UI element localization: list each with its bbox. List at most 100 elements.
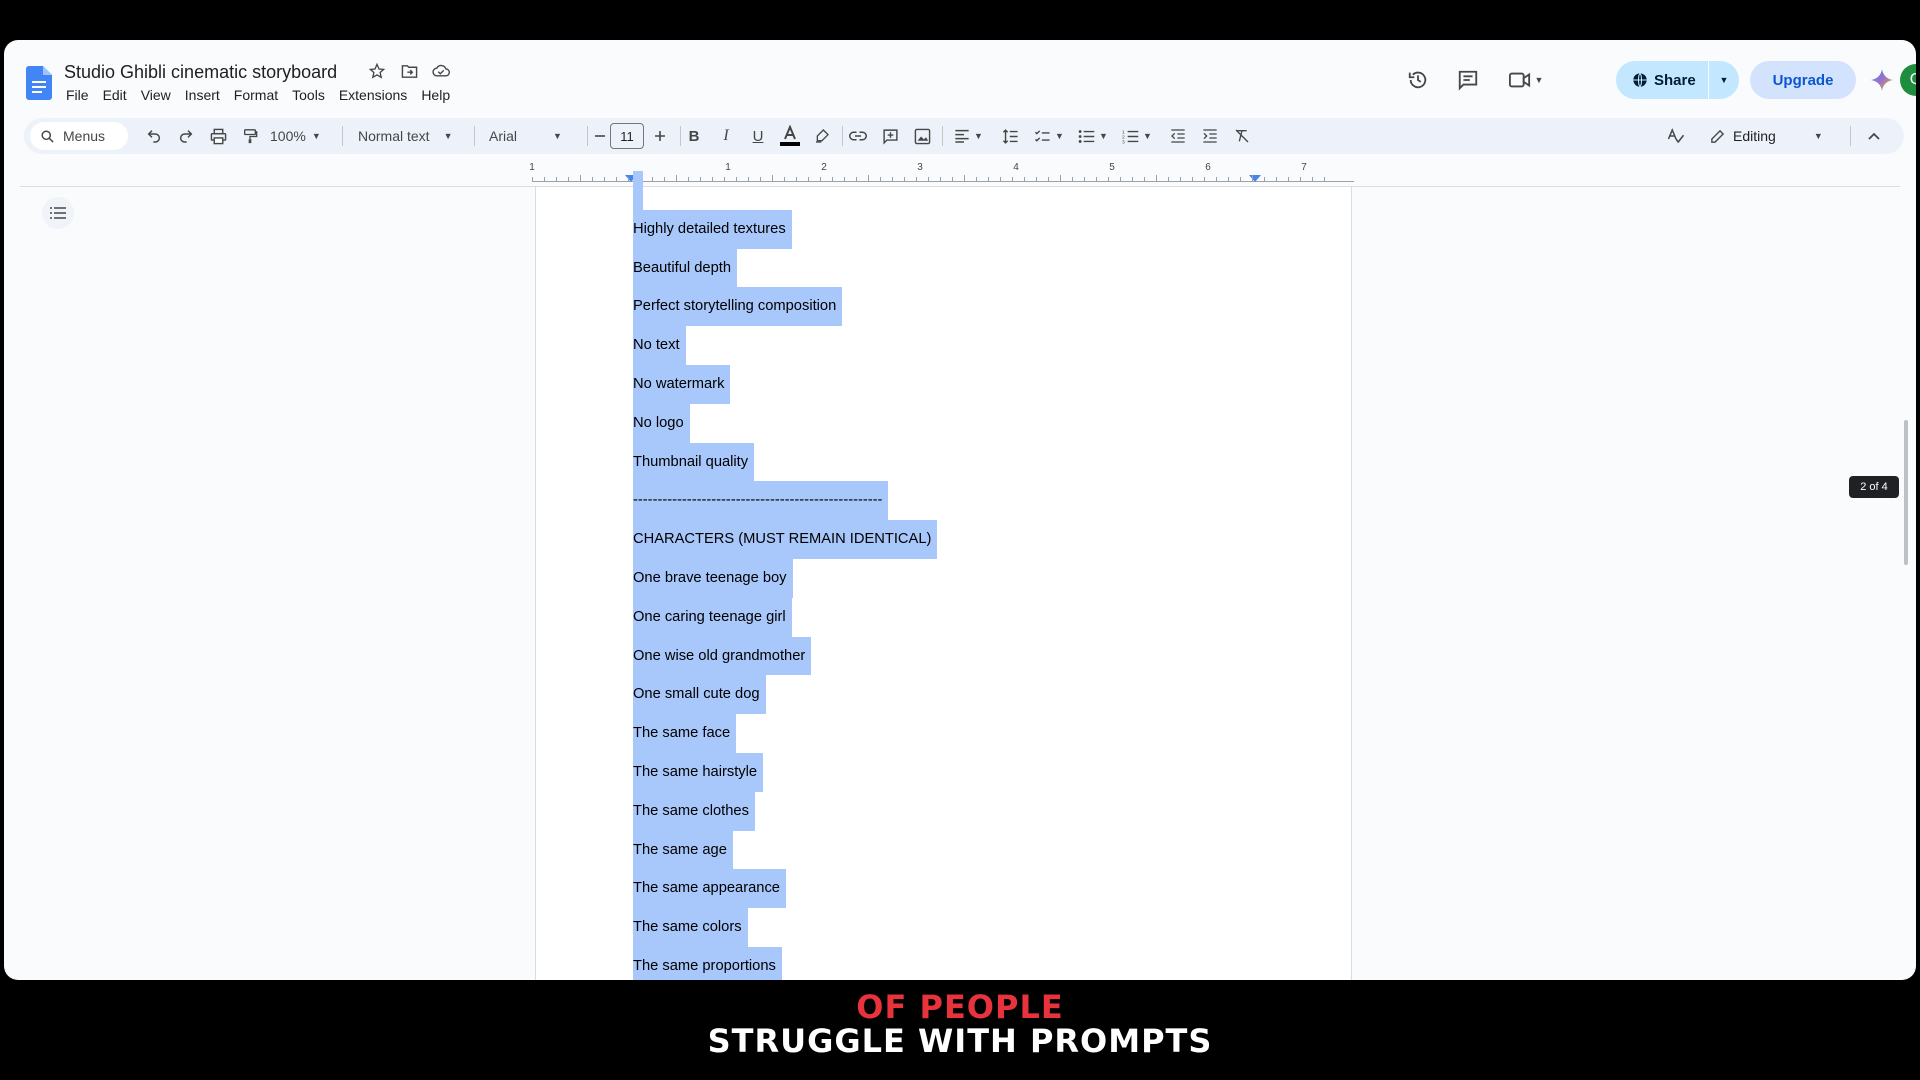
menu-view[interactable]: View [141,87,179,103]
bulleted-list-select[interactable]: ▼ [1078,118,1114,154]
text-line: Thumbnail quality [633,442,755,482]
text-line: The same proportions [633,946,782,980]
paragraph-style-select[interactable]: Normal text ▼ [358,118,462,154]
docs-window: Studio Ghibli cinematic storyboard File … [4,40,1916,980]
align-left-icon [955,129,969,143]
line-spacing-icon[interactable] [998,118,1022,154]
text-line: The same hairstyle [633,752,764,792]
clear-formatting-icon[interactable] [1230,118,1254,154]
move-folder-icon[interactable] [400,62,418,80]
text-line: No text [633,326,686,365]
increase-font-size-icon[interactable] [648,118,672,154]
meet-caret-icon[interactable]: ▼ [1535,75,1544,85]
text-line: One small cute dog [633,675,766,715]
text-line: The same face [633,714,737,753]
star-icon[interactable] [368,62,386,80]
text-color-icon[interactable] [778,118,802,154]
decrease-indent-icon[interactable] [1166,118,1190,154]
undo-icon[interactable] [142,118,166,154]
upgrade-button[interactable]: Upgrade [1750,61,1856,99]
version-history-icon[interactable] [1406,68,1430,92]
zoom-select[interactable]: 100% ▼ [270,118,330,154]
docs-logo-icon[interactable] [26,66,52,100]
text-line: No watermark [633,364,731,404]
menu-edit[interactable]: Edit [103,87,135,103]
print-icon[interactable] [206,118,230,154]
numbered-list-icon: 123 [1122,129,1139,144]
gemini-sparkle-icon[interactable] [1870,68,1894,92]
formatting-toolbar: Menus 100% ▼ Normal text ▼ Arial ▼ 11 B … [24,118,1904,154]
share-label: Share [1654,71,1696,89]
font-size-input[interactable]: 11 [610,123,644,149]
meet-icon[interactable]: ▼ [1504,68,1548,92]
menu-insert[interactable]: Insert [185,87,228,103]
ruler-tick [592,177,593,182]
menu-bar: File Edit View Insert Format Tools Exten… [66,87,464,103]
share-dropdown-icon[interactable]: ▼ [1709,75,1739,85]
ruler-tick [616,177,617,182]
menu-tools[interactable]: Tools [292,87,333,103]
search-menus-label: Menus [63,128,106,144]
underline-icon[interactable]: U [746,118,770,154]
document-title[interactable]: Studio Ghibli cinematic storyboard [64,62,337,83]
ruler-tick [544,177,545,182]
document-page[interactable]: . Highly detailed textures Beautiful dep… [535,171,1352,980]
font-caret-icon: ▼ [553,131,562,141]
menu-file[interactable]: File [66,87,97,103]
globe-icon [1633,72,1647,88]
ruler-tick [628,177,629,182]
add-comment-icon[interactable] [878,118,902,154]
insert-image-icon[interactable] [910,118,934,154]
menu-help[interactable]: Help [421,87,458,103]
section-heading: CHARACTERS (MUST REMAIN IDENTICAL) [633,520,938,559]
align-caret-icon: ▼ [974,131,983,141]
font-family-value: Arial [489,128,518,144]
checklist-select[interactable]: ▼ [1034,118,1070,154]
header-actions: ▼ Share ▼ Upgrade Q [1356,60,1916,100]
decrease-font-size-icon[interactable] [588,118,612,154]
ruler-tick [604,177,605,182]
caption-line-1: OF PEOPLE [856,988,1064,1026]
cloud-saved-icon[interactable] [432,62,450,80]
title-bar: Studio Ghibli cinematic storyboard File … [4,40,1916,112]
bold-icon[interactable]: B [682,118,706,154]
document-outline-button[interactable] [42,197,74,229]
editing-mode-select[interactable]: Editing ▼ [1710,118,1834,154]
divider-line: ----------------------------------------… [633,481,889,521]
menu-extensions[interactable]: Extensions [339,87,415,103]
account-avatar[interactable]: Q [1900,64,1916,96]
ruler-label: 1 [529,162,535,173]
document-body[interactable]: . Highly detailed textures Beautiful dep… [633,171,1333,980]
text-line: Highly detailed textures [633,209,792,249]
caption-line-2: STRUGGLE WITH PROMPTS [707,1022,1213,1060]
insert-link-icon[interactable] [846,118,870,154]
share-button[interactable]: Share ▼ [1616,61,1739,99]
bulleted-list-icon [1078,129,1095,143]
italic-icon[interactable]: I [714,118,738,154]
highlight-color-icon[interactable] [810,118,834,154]
redo-icon[interactable] [174,118,198,154]
spelling-check-icon[interactable] [1664,118,1688,154]
font-family-select[interactable]: Arial ▼ [489,118,575,154]
paint-format-icon[interactable] [238,118,262,154]
comments-icon[interactable] [1456,68,1480,92]
paragraph-style-value: Normal text [358,128,430,144]
text-line: The same age [633,830,733,870]
increase-indent-icon[interactable] [1198,118,1222,154]
text-line: One wise old grandmother [633,636,812,676]
search-menus-button[interactable]: Menus [30,122,128,150]
editing-mode-label: Editing [1733,128,1776,144]
text-line: The same colors [633,908,748,947]
svg-text:2: 2 [1122,134,1125,140]
vertical-scrollbar[interactable] [1904,420,1908,565]
text-line: Perfect storytelling composition [633,287,843,327]
numbered-list-select[interactable]: 123 ▼ [1122,118,1158,154]
align-select[interactable]: ▼ [954,118,990,154]
text-line: . [633,171,644,210]
ruler-tick [568,177,569,182]
text-line: The same clothes [633,791,755,831]
menu-format[interactable]: Format [234,87,286,103]
search-icon [41,129,54,143]
hide-menus-icon[interactable] [1862,118,1886,154]
zoom-caret-icon: ▼ [311,131,321,141]
